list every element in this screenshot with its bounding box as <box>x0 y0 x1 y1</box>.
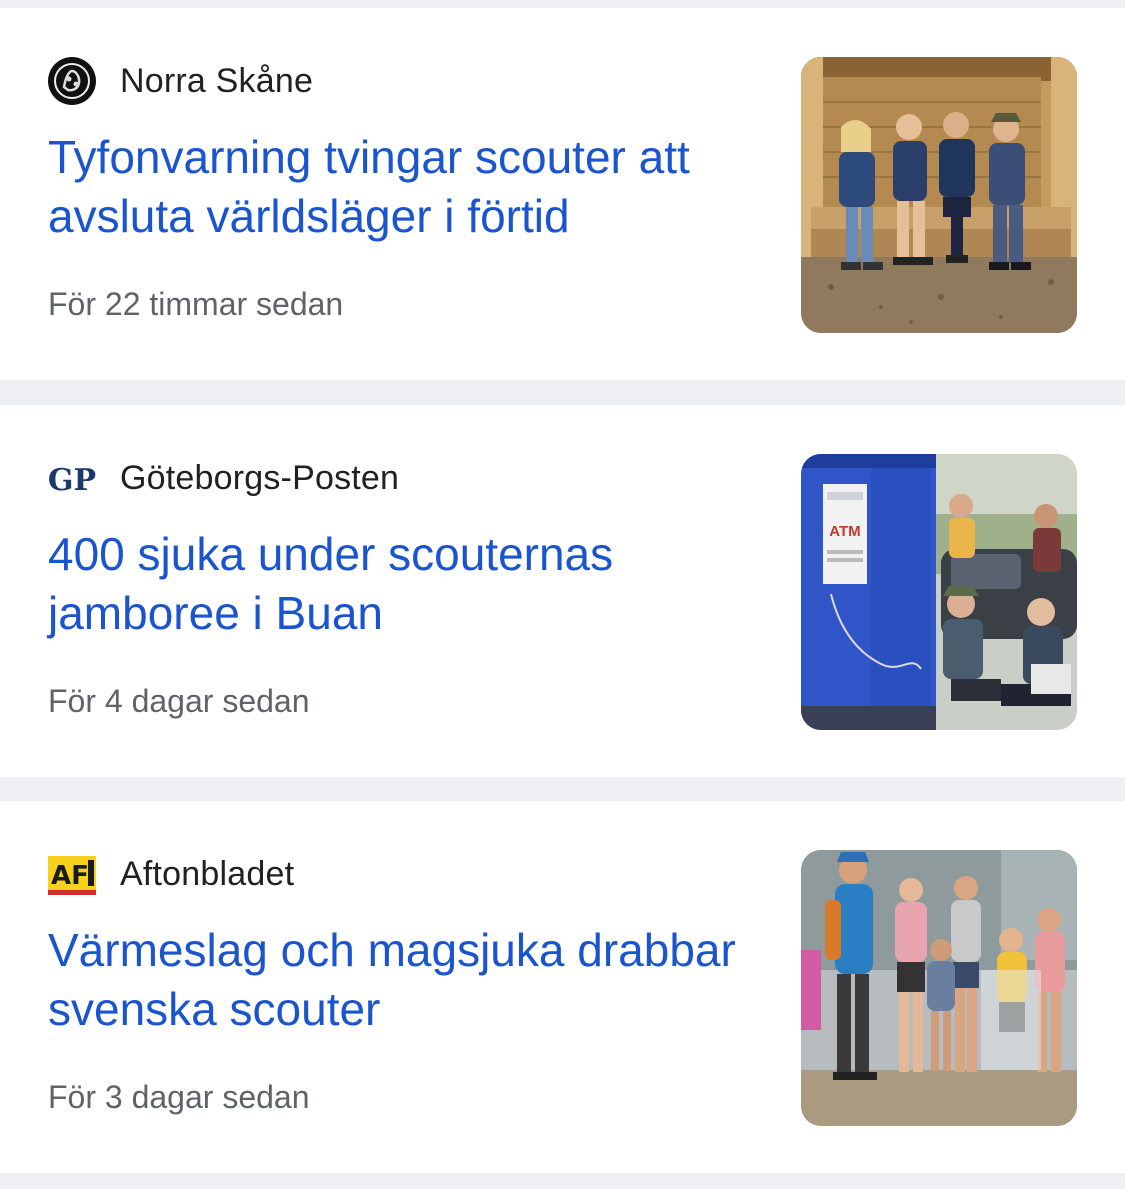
scouts-crowd-photo[interactable] <box>801 850 1077 1126</box>
news-card[interactable]: Norra Skåne Tyfonvarning tvingar scouter… <box>0 8 1125 380</box>
scouts-sitting-photo[interactable] <box>801 57 1077 333</box>
timestamp: För 22 timmar sedan <box>48 286 344 322</box>
svg-text:GP: GP <box>48 463 96 498</box>
norra-skane-logo-icon <box>48 57 96 105</box>
news-card[interactable]: GP Göteborgs-Posten 400 sjuka under scou… <box>0 405 1125 777</box>
news-card[interactable]: AF Aftonbladet Värmeslag och magsjuka dr… <box>0 801 1125 1173</box>
timestamp: För 3 dagar sedan <box>48 1079 310 1115</box>
svg-text:ATM: ATM <box>829 523 860 540</box>
headline-link[interactable]: Tyfonvarning tvingar scouter att avsluta… <box>48 128 768 246</box>
news-feed: Norra Skåne Tyfonvarning tvingar scouter… <box>0 0 1125 1189</box>
source-row: Norra Skåne <box>48 57 313 105</box>
timestamp: För 4 dagar sedan <box>48 683 310 719</box>
source-name: Aftonbladet <box>120 854 295 893</box>
headline-link[interactable]: 400 sjuka under scouternas jamboree i Bu… <box>48 525 768 643</box>
source-name: Göteborgs-Posten <box>120 458 400 497</box>
source-name: Norra Skåne <box>120 61 314 100</box>
source-row: AF Aftonbladet <box>48 850 294 898</box>
gp-logo-icon: GP <box>48 454 96 502</box>
scouts-atm-photo[interactable]: ATM <box>801 454 1077 730</box>
aftonbladet-logo-icon: AF <box>48 850 96 898</box>
source-row: GP Göteborgs-Posten <box>48 454 399 502</box>
svg-text:AF: AF <box>51 861 89 891</box>
headline-link[interactable]: Värmeslag och magsjuka drabbar svenska s… <box>48 921 768 1039</box>
